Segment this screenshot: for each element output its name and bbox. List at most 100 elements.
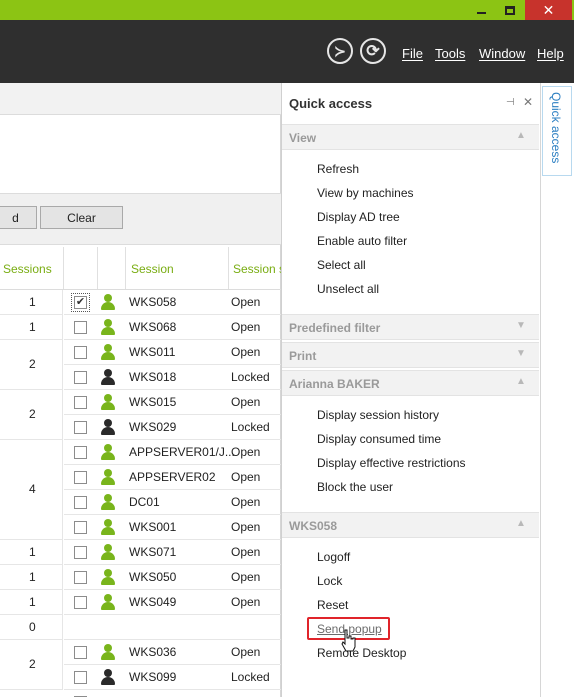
row-checkbox[interactable] xyxy=(74,496,87,509)
section-title: Arianna BAKER xyxy=(289,377,380,391)
menu-file[interactable]: File xyxy=(402,46,423,61)
action-display-effective-restrictions[interactable]: Display effective restrictions xyxy=(317,456,466,470)
row-checkbox[interactable] xyxy=(74,646,87,659)
action-unselect-all[interactable]: Unselect all xyxy=(317,282,379,296)
maximize-button[interactable] xyxy=(497,0,523,20)
action-remote-desktop[interactable]: Remote Desktop xyxy=(317,646,406,660)
row-checkbox[interactable] xyxy=(74,346,87,359)
user-green-icon xyxy=(100,544,116,560)
row-checkbox[interactable] xyxy=(74,321,87,334)
session-name: WKS011 xyxy=(129,345,176,359)
section-header-print[interactable]: Print ▼ xyxy=(282,342,539,368)
column-header-sessions[interactable]: Sessions xyxy=(3,262,52,276)
close-icon[interactable]: ✕ xyxy=(523,95,533,109)
table-row[interactable]: WKS018 Locked xyxy=(64,365,281,390)
clear-button[interactable]: Clear xyxy=(40,206,123,229)
row-checkbox[interactable] xyxy=(74,671,87,684)
session-state: Open xyxy=(231,295,261,309)
quick-access-tab[interactable]: Quick access xyxy=(542,86,572,176)
table-row[interactable]: WKS068 Open xyxy=(64,315,281,340)
session-name: WKS099 xyxy=(129,670,177,684)
session-name: APPSERVER01/J... xyxy=(129,445,235,459)
action-display-consumed-time[interactable]: Display consumed time xyxy=(317,432,441,446)
row-checkbox[interactable]: ✔ xyxy=(71,293,90,312)
minimize-button[interactable] xyxy=(466,0,496,20)
menu-help[interactable]: Help xyxy=(537,46,564,61)
table-row[interactable]: WKS049 Open xyxy=(64,590,281,615)
column-divider xyxy=(125,247,126,289)
menu-window[interactable]: Window xyxy=(479,46,525,61)
run-icon[interactable]: ≻ xyxy=(327,38,353,64)
row-checkbox[interactable] xyxy=(74,421,87,434)
user-green-icon xyxy=(100,594,116,610)
close-window-button[interactable]: ✕ xyxy=(525,0,572,20)
session-state: Open xyxy=(231,470,261,484)
row-checkbox[interactable] xyxy=(74,546,87,559)
column-divider xyxy=(228,247,229,289)
group-count-cell: 2 xyxy=(0,340,63,390)
row-checkbox[interactable] xyxy=(74,446,87,459)
hand-cursor-icon xyxy=(341,629,356,652)
close-icon: ✕ xyxy=(542,1,555,18)
row-checkbox[interactable] xyxy=(74,596,87,609)
group-count-cell: 1 xyxy=(0,315,63,340)
table-row[interactable]: WKS029 Locked xyxy=(64,415,281,440)
menu-tools[interactable]: Tools xyxy=(435,46,465,61)
group-count-cell: 2 xyxy=(0,390,63,440)
table-row[interactable]: APPSERVER02 Open xyxy=(64,465,281,490)
load-button[interactable]: d xyxy=(0,206,37,229)
table-row[interactable]: WKS001 Open xyxy=(64,515,281,540)
user-green-icon xyxy=(100,344,116,360)
session-name: WKS015 xyxy=(129,395,177,409)
section-header-predefined-filter[interactable]: Predefined filter ▼ xyxy=(282,314,539,340)
session-name: WKS050 xyxy=(129,570,177,584)
section-title: View xyxy=(289,131,317,145)
table-row[interactable]: ✔ WKS058 Open xyxy=(64,290,281,315)
action-display-ad-tree[interactable]: Display AD tree xyxy=(317,210,400,224)
user-green-icon xyxy=(100,294,116,310)
column-header-session-state[interactable]: Session s xyxy=(233,262,285,276)
row-checkbox[interactable] xyxy=(74,571,87,584)
section-header-user[interactable]: Arianna BAKER ▲ xyxy=(282,370,539,396)
action-view-by-machines[interactable]: View by machines xyxy=(317,186,414,200)
table-row[interactable]: WKS011 Open xyxy=(64,340,281,365)
table-row[interactable]: WKS071 Open xyxy=(64,540,281,565)
action-display-session-history[interactable]: Display session history xyxy=(317,408,439,422)
group-count-cell: 4 xyxy=(0,440,63,540)
user-green-icon xyxy=(100,319,116,335)
table-row[interactable]: DC01 Open xyxy=(64,490,281,515)
table-row[interactable]: WKS099 Locked xyxy=(64,665,281,690)
pin-icon[interactable]: ⊣ xyxy=(506,97,515,108)
table-row[interactable]: WKS015 Open xyxy=(64,390,281,415)
table-row[interactable]: WKS036 Open xyxy=(64,640,281,665)
action-logoff[interactable]: Logoff xyxy=(317,550,350,564)
session-state: Locked xyxy=(231,370,270,384)
maximize-icon xyxy=(505,5,515,15)
session-state: Locked xyxy=(231,670,270,684)
action-enable-auto-filter[interactable]: Enable auto filter xyxy=(317,234,407,248)
action-refresh[interactable]: Refresh xyxy=(317,162,359,176)
section-header-machine[interactable]: WKS058 ▲ xyxy=(282,512,539,538)
row-checkbox[interactable] xyxy=(74,521,87,534)
chevron-up-icon: ▲ xyxy=(516,376,526,387)
table-row[interactable]: APPSERVER01/J... Open xyxy=(64,440,281,465)
group-count-cell: 0 xyxy=(0,615,63,640)
table-row[interactable]: WKS050 Open xyxy=(64,565,281,590)
section-header-view[interactable]: View ▲ xyxy=(282,124,539,150)
session-name: DC01 xyxy=(129,495,160,509)
sync-icon[interactable]: ⟳ xyxy=(360,38,386,64)
row-checkbox[interactable] xyxy=(74,396,87,409)
session-state: Open xyxy=(231,345,261,359)
chevron-up-icon: ▲ xyxy=(516,130,526,141)
row-checkbox[interactable] xyxy=(74,371,87,384)
action-select-all[interactable]: Select all xyxy=(317,258,366,272)
column-header-session[interactable]: Session xyxy=(131,262,174,276)
quick-access-title: Quick access xyxy=(289,96,373,111)
action-reset[interactable]: Reset xyxy=(317,598,348,612)
action-block-the-user[interactable]: Block the user xyxy=(317,480,393,494)
group-count-cell: 1 xyxy=(0,290,63,315)
action-lock[interactable]: Lock xyxy=(317,574,342,588)
session-state: Open xyxy=(231,395,261,409)
section-title: Print xyxy=(289,349,317,363)
row-checkbox[interactable] xyxy=(74,471,87,484)
